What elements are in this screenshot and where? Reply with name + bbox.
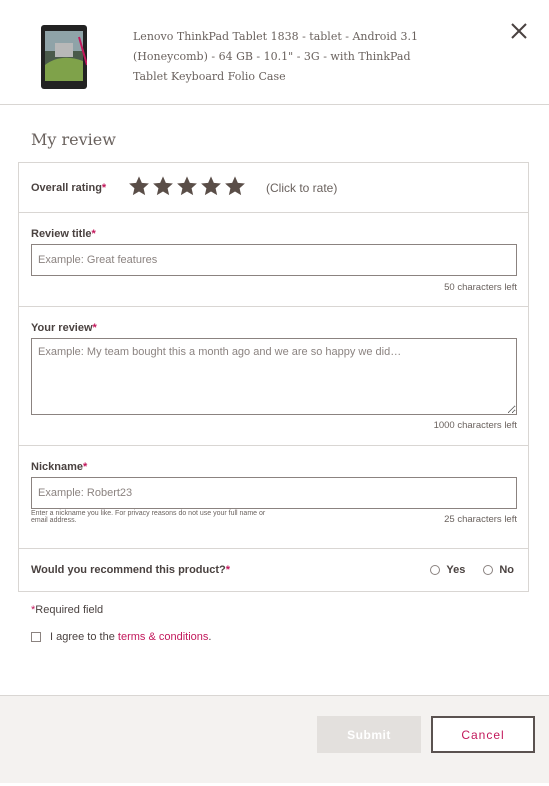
- review-title-label: Review title*: [31, 228, 96, 240]
- nickname-label-text: Nickname: [31, 461, 83, 473]
- recommend-yes-option[interactable]: Yes: [430, 564, 465, 576]
- yes-label: Yes: [446, 564, 466, 576]
- section-title: My review: [31, 130, 116, 149]
- required-mark: *: [101, 182, 107, 194]
- nickname-hint: Enter a nickname you like. For privacy r…: [31, 510, 266, 524]
- required-mark: *: [82, 461, 88, 473]
- nickname-input[interactable]: [31, 477, 517, 509]
- review-title-counter: 50 characters left: [444, 282, 517, 293]
- star-rating[interactable]: [128, 175, 246, 201]
- recommend-label-text: Would you recommend this product?: [31, 564, 226, 576]
- star-icon-3[interactable]: [176, 175, 198, 197]
- your-review-counter: 1000 characters left: [433, 420, 517, 431]
- cancel-button[interactable]: Cancel: [431, 716, 535, 753]
- nickname-row: Nickname* Enter a nickname you like. For…: [19, 445, 528, 549]
- recommend-no-option[interactable]: No: [483, 564, 514, 576]
- your-review-textarea[interactable]: [31, 338, 517, 415]
- agree-checkbox[interactable]: [31, 632, 41, 642]
- rating-label: Overall rating*: [31, 182, 106, 194]
- no-radio[interactable]: [483, 565, 494, 575]
- recommend-label: Would you recommend this product?*: [31, 564, 230, 576]
- terms-link[interactable]: terms & conditions: [118, 631, 208, 643]
- recommend-options: Yes No: [430, 564, 514, 576]
- required-mark: *: [225, 564, 231, 576]
- form-footer: Submit Cancel: [0, 695, 549, 783]
- required-field-text: Required field: [35, 604, 104, 616]
- your-review-label: Your review*: [31, 322, 97, 334]
- rating-label-text: Overall rating: [31, 182, 102, 194]
- star-icon-2[interactable]: [152, 175, 174, 197]
- star-icon-4[interactable]: [200, 175, 222, 197]
- click-to-rate-text: (Click to rate): [266, 181, 338, 195]
- product-title: Lenovo ThinkPad Tablet 1838 - tablet - A…: [133, 30, 418, 83]
- product-header: Lenovo ThinkPad Tablet 1838 - tablet - A…: [0, 0, 549, 105]
- terms-agreement: I agree to the terms & conditions.: [31, 631, 211, 643]
- required-field-note: *Required field: [31, 604, 103, 616]
- review-title-row: Review title* 50 characters left: [19, 212, 528, 307]
- review-title-label-text: Review title: [31, 228, 92, 240]
- agree-prefix: I agree to the: [50, 631, 118, 643]
- submit-button[interactable]: Submit: [317, 716, 421, 753]
- star-icon-1[interactable]: [128, 175, 150, 197]
- review-form: Overall rating* (Click to rate) Review t…: [18, 162, 529, 592]
- nickname-label: Nickname*: [31, 461, 87, 473]
- agree-text: I agree to the terms & conditions.: [50, 631, 211, 643]
- your-review-label-text: Your review: [31, 322, 93, 334]
- star-icon-5[interactable]: [224, 175, 246, 197]
- close-icon[interactable]: [508, 20, 530, 42]
- tablet-icon: [41, 25, 87, 89]
- required-mark: *: [91, 228, 96, 240]
- no-label: No: [499, 564, 514, 576]
- review-title-input[interactable]: [31, 244, 517, 276]
- nickname-counter: 25 characters left: [444, 514, 517, 525]
- recommend-row: Would you recommend this product?* Yes N…: [19, 548, 528, 591]
- rating-row: Overall rating* (Click to rate): [19, 163, 528, 213]
- your-review-row: Your review* 1000 characters left: [19, 306, 528, 446]
- required-mark: *: [92, 322, 97, 334]
- yes-radio[interactable]: [430, 565, 441, 575]
- agree-suffix: .: [208, 631, 212, 643]
